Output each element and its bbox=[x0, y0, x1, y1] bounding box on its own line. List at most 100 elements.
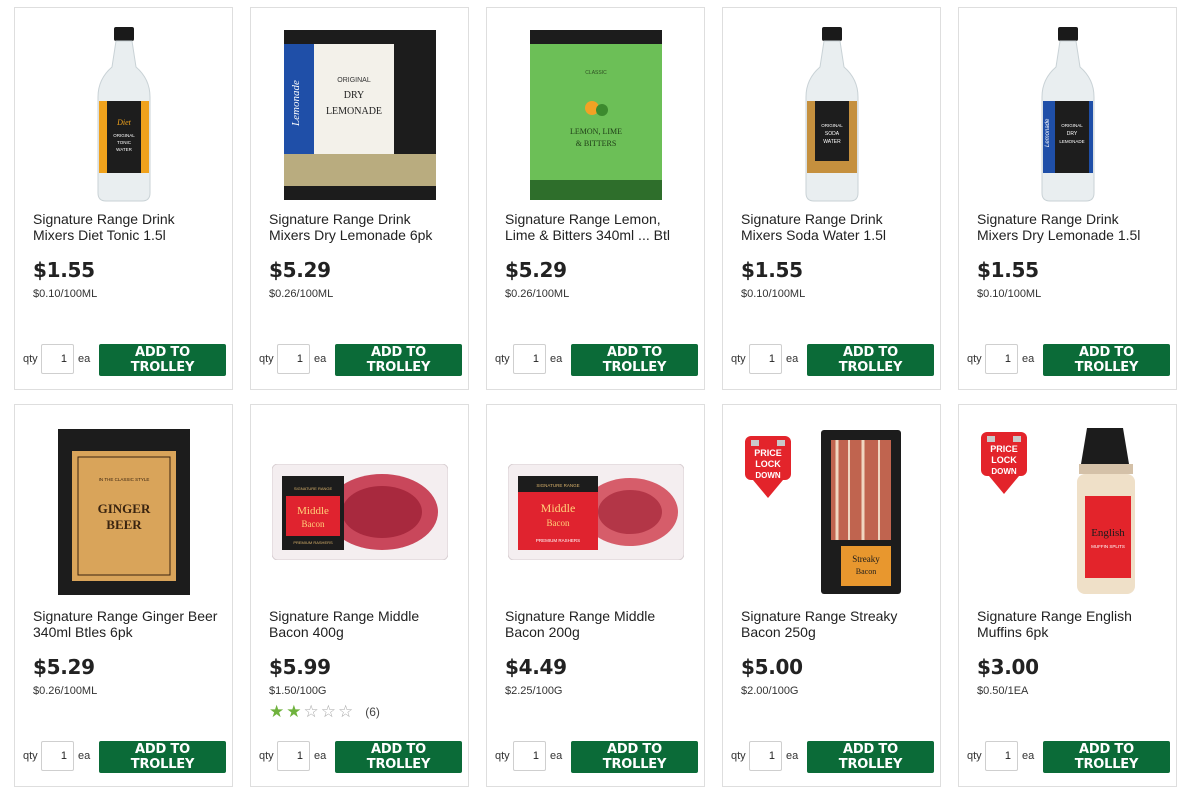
ea-label: ea bbox=[314, 750, 327, 762]
product-image[interactable]: PRICE LOCK DOWN Streaky Bacon bbox=[737, 419, 927, 605]
quantity-input[interactable] bbox=[985, 741, 1018, 771]
quantity-input[interactable] bbox=[749, 741, 782, 771]
unit-price: $2.25/100G bbox=[505, 685, 563, 697]
product-name[interactable]: Signature Range Drink Mixers Diet Tonic … bbox=[33, 211, 218, 243]
unit-price: $0.10/100ML bbox=[741, 288, 806, 300]
ea-label: ea bbox=[786, 353, 799, 365]
star-rating[interactable]: ★ ★ ☆ ☆ ☆ (6) bbox=[269, 702, 380, 721]
quantity-input[interactable] bbox=[985, 344, 1018, 374]
product-price: $1.55 bbox=[741, 258, 803, 282]
product-price: $1.55 bbox=[977, 258, 1039, 282]
product-card[interactable]: Diet ORIGINAL TONIC WATER Signature Rang… bbox=[14, 7, 233, 390]
add-to-trolley-button[interactable]: ADD TO TROLLEY bbox=[1043, 344, 1170, 376]
product-image[interactable]: Lemonade ORIGINAL DRY LEMONADE bbox=[973, 22, 1163, 208]
svg-text:SODA: SODA bbox=[825, 131, 840, 137]
add-to-trolley-button[interactable]: ADD TO TROLLEY bbox=[1043, 741, 1170, 773]
svg-text:DRY: DRY bbox=[1067, 131, 1078, 137]
product-price: $5.29 bbox=[33, 655, 95, 679]
svg-text:Middle: Middle bbox=[541, 501, 576, 515]
product-price: $5.29 bbox=[269, 258, 331, 282]
add-to-trolley-button[interactable]: ADD TO TROLLEY bbox=[807, 741, 934, 773]
product-card[interactable]: SIGNATURE RANGE Middle Bacon PREMIUM RAS… bbox=[486, 404, 705, 787]
review-count[interactable]: (6) bbox=[365, 705, 380, 719]
product-image[interactable]: PRICE LOCK DOWN English MUFFIN SPLITS bbox=[973, 419, 1163, 605]
svg-text:Bacon: Bacon bbox=[302, 519, 325, 529]
product-name[interactable]: Signature Range Middle Bacon 400g bbox=[269, 608, 454, 640]
product-name[interactable]: Signature Range Drink Mixers Dry Lemonad… bbox=[269, 211, 454, 243]
quantity-input[interactable] bbox=[513, 741, 546, 771]
star-filled-icon: ★ bbox=[269, 702, 285, 721]
product-name[interactable]: Signature Range Drink Mixers Soda Water … bbox=[741, 211, 926, 243]
svg-text:LEMON, LIME: LEMON, LIME bbox=[570, 127, 622, 136]
muffin-pack-with-badge-illustration: PRICE LOCK DOWN English MUFFIN SPLITS bbox=[981, 428, 1135, 594]
svg-text:SIGNATURE RANGE: SIGNATURE RANGE bbox=[294, 486, 333, 491]
product-name[interactable]: Signature Range English Muffins 6pk bbox=[977, 608, 1162, 640]
qty-label: qty bbox=[731, 750, 746, 762]
qty-label: qty bbox=[259, 353, 274, 365]
add-to-trolley-button[interactable]: ADD TO TROLLEY bbox=[571, 344, 698, 376]
unit-price: $0.26/100ML bbox=[505, 288, 570, 300]
product-card[interactable]: SIGNATURE RANGE Middle Bacon PREMIUM RAS… bbox=[250, 404, 469, 787]
product-card[interactable]: Lemonade ORIGINAL DRY LEMONADE Signature… bbox=[250, 7, 469, 390]
quantity-input[interactable] bbox=[277, 741, 310, 771]
svg-text:DOWN: DOWN bbox=[755, 471, 781, 480]
quantity-input[interactable] bbox=[749, 344, 782, 374]
product-price: $5.29 bbox=[505, 258, 567, 282]
svg-text:ORIGINAL: ORIGINAL bbox=[1061, 123, 1083, 128]
unit-price: $0.26/100ML bbox=[269, 288, 334, 300]
quantity-input[interactable] bbox=[513, 344, 546, 374]
quantity-input[interactable] bbox=[41, 741, 74, 771]
product-card[interactable]: Lemonade ORIGINAL DRY LEMONADE Signature… bbox=[958, 7, 1177, 390]
quantity-input[interactable] bbox=[277, 344, 310, 374]
svg-text:DRY: DRY bbox=[344, 90, 365, 101]
product-card[interactable]: CLASSIC LEMON, LIME & BITTERS Signature … bbox=[486, 7, 705, 390]
product-name[interactable]: Signature Range Lemon, Lime & Bitters 34… bbox=[505, 211, 690, 243]
unit-price: $0.10/100ML bbox=[33, 288, 98, 300]
ea-label: ea bbox=[314, 353, 327, 365]
product-name[interactable]: Signature Range Ginger Beer 340ml Btles … bbox=[33, 608, 218, 640]
product-card[interactable]: ORIGINAL SODA WATER Signature Range Drin… bbox=[722, 7, 941, 390]
product-card[interactable]: IN THE CLASSIC STYLE GINGER BEER Signatu… bbox=[14, 404, 233, 787]
add-to-trolley-button[interactable]: ADD TO TROLLEY bbox=[571, 741, 698, 773]
product-name[interactable]: Signature Range Drink Mixers Dry Lemonad… bbox=[977, 211, 1162, 243]
product-image[interactable]: Diet ORIGINAL TONIC WATER bbox=[29, 22, 219, 208]
unit-price: $0.26/100ML bbox=[33, 685, 98, 697]
svg-text:Bacon: Bacon bbox=[856, 567, 876, 576]
svg-text:GINGER: GINGER bbox=[98, 501, 151, 516]
add-to-trolley-button[interactable]: ADD TO TROLLEY bbox=[807, 344, 934, 376]
ea-label: ea bbox=[550, 353, 563, 365]
product-image[interactable]: SIGNATURE RANGE Middle Bacon PREMIUM RAS… bbox=[501, 419, 691, 605]
add-to-trolley-button[interactable]: ADD TO TROLLEY bbox=[335, 741, 462, 773]
qty-label: qty bbox=[259, 750, 274, 762]
svg-text:WATER: WATER bbox=[823, 139, 841, 145]
price-lock-down-badge-icon: PRICE LOCK DOWN bbox=[981, 432, 1027, 494]
product-name[interactable]: Signature Range Middle Bacon 200g bbox=[505, 608, 690, 640]
six-pack-illustration: IN THE CLASSIC STYLE GINGER BEER bbox=[58, 429, 190, 595]
product-card[interactable]: PRICE LOCK DOWN English MUFFIN SPLITS Si… bbox=[958, 404, 1177, 787]
product-image[interactable]: SIGNATURE RANGE Middle Bacon PREMIUM RAS… bbox=[265, 419, 455, 605]
product-image[interactable]: ORIGINAL SODA WATER bbox=[737, 22, 927, 208]
product-image[interactable]: CLASSIC LEMON, LIME & BITTERS bbox=[501, 22, 691, 208]
add-to-trolley-button[interactable]: ADD TO TROLLEY bbox=[99, 344, 226, 376]
product-image[interactable]: Lemonade ORIGINAL DRY LEMONADE bbox=[265, 22, 455, 208]
add-to-trolley-button[interactable]: ADD TO TROLLEY bbox=[99, 741, 226, 773]
svg-text:Streaky: Streaky bbox=[852, 554, 880, 564]
svg-text:TONIC: TONIC bbox=[117, 140, 132, 145]
quantity-input[interactable] bbox=[41, 344, 74, 374]
product-price: $5.00 bbox=[741, 655, 803, 679]
bacon-pack-illustration: SIGNATURE RANGE Middle Bacon PREMIUM RAS… bbox=[508, 464, 684, 560]
qty-label: qty bbox=[495, 353, 510, 365]
product-card[interactable]: PRICE LOCK DOWN Streaky Bacon Signature … bbox=[722, 404, 941, 787]
svg-text:DOWN: DOWN bbox=[991, 467, 1017, 476]
product-price: $3.00 bbox=[977, 655, 1039, 679]
qty-label: qty bbox=[967, 750, 982, 762]
product-price: $1.55 bbox=[33, 258, 95, 282]
product-name[interactable]: Signature Range Streaky Bacon 250g bbox=[741, 608, 926, 640]
ea-label: ea bbox=[78, 750, 91, 762]
svg-text:BEER: BEER bbox=[106, 517, 142, 532]
svg-text:PRICE: PRICE bbox=[990, 444, 1018, 454]
qty-label: qty bbox=[23, 353, 38, 365]
svg-text:IN THE CLASSIC STYLE: IN THE CLASSIC STYLE bbox=[99, 477, 150, 482]
add-to-trolley-button[interactable]: ADD TO TROLLEY bbox=[335, 344, 462, 376]
product-image[interactable]: IN THE CLASSIC STYLE GINGER BEER bbox=[29, 419, 219, 605]
